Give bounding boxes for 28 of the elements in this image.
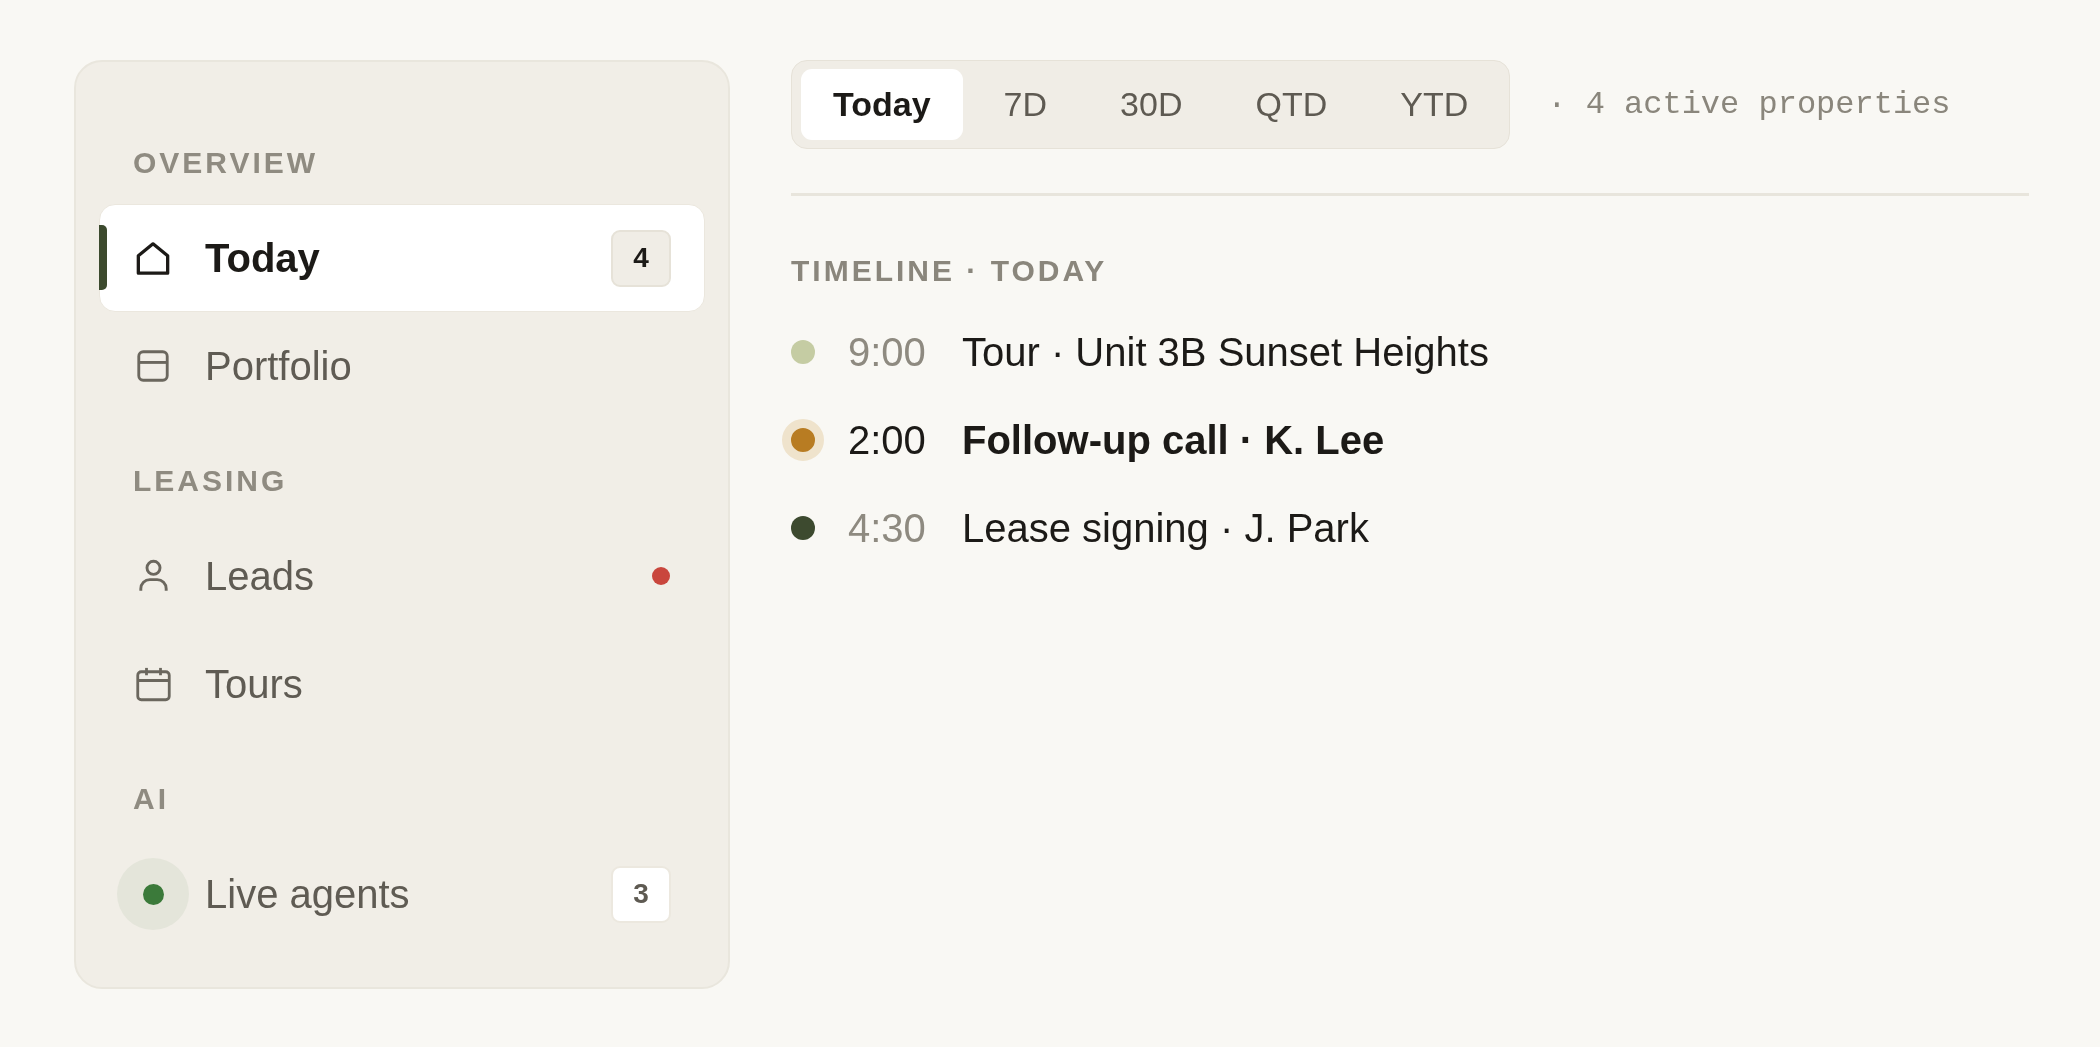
range-tab[interactable]: 30D: [1088, 69, 1215, 140]
event-time: 2:00: [848, 417, 927, 463]
nav-item[interactable]: Portfolio: [99, 312, 705, 420]
event-time: 4:30: [848, 505, 927, 551]
nav-item[interactable]: Today 4: [99, 204, 705, 312]
nav-item[interactable]: Leads: [99, 522, 705, 630]
range-tab[interactable]: 7D: [971, 69, 1080, 140]
home-icon: [136, 241, 170, 275]
section-heading: OVERVIEW: [133, 145, 320, 181]
nav-item[interactable]: Live agents 3: [99, 840, 705, 948]
count-badge: 4: [611, 229, 671, 287]
person-icon: [138, 559, 168, 593]
event-title: Lease signing · J. Park: [962, 505, 1369, 551]
nav-item[interactable]: Tours: [99, 630, 705, 738]
event-title: Follow-up call · K. Lee: [962, 417, 1385, 463]
range-tab[interactable]: QTD: [1223, 69, 1360, 140]
section-heading: LEASING: [133, 463, 289, 499]
panel-icon: [137, 350, 169, 382]
range-tab[interactable]: YTD: [1368, 69, 1501, 140]
properties-summary: · 4 active properties: [1547, 86, 1951, 123]
section-heading: TIMELINE · TODAY: [791, 256, 1108, 286]
section-heading: AI: [133, 781, 170, 817]
range-tab[interactable]: Today: [801, 69, 963, 140]
selection-bar: [99, 225, 107, 290]
event-time: 9:00: [848, 329, 927, 375]
count-badge: 3: [611, 865, 671, 923]
calendar-icon: [135, 666, 171, 702]
event-title: Tour · Unit 3B Sunset Heights: [962, 329, 1489, 375]
